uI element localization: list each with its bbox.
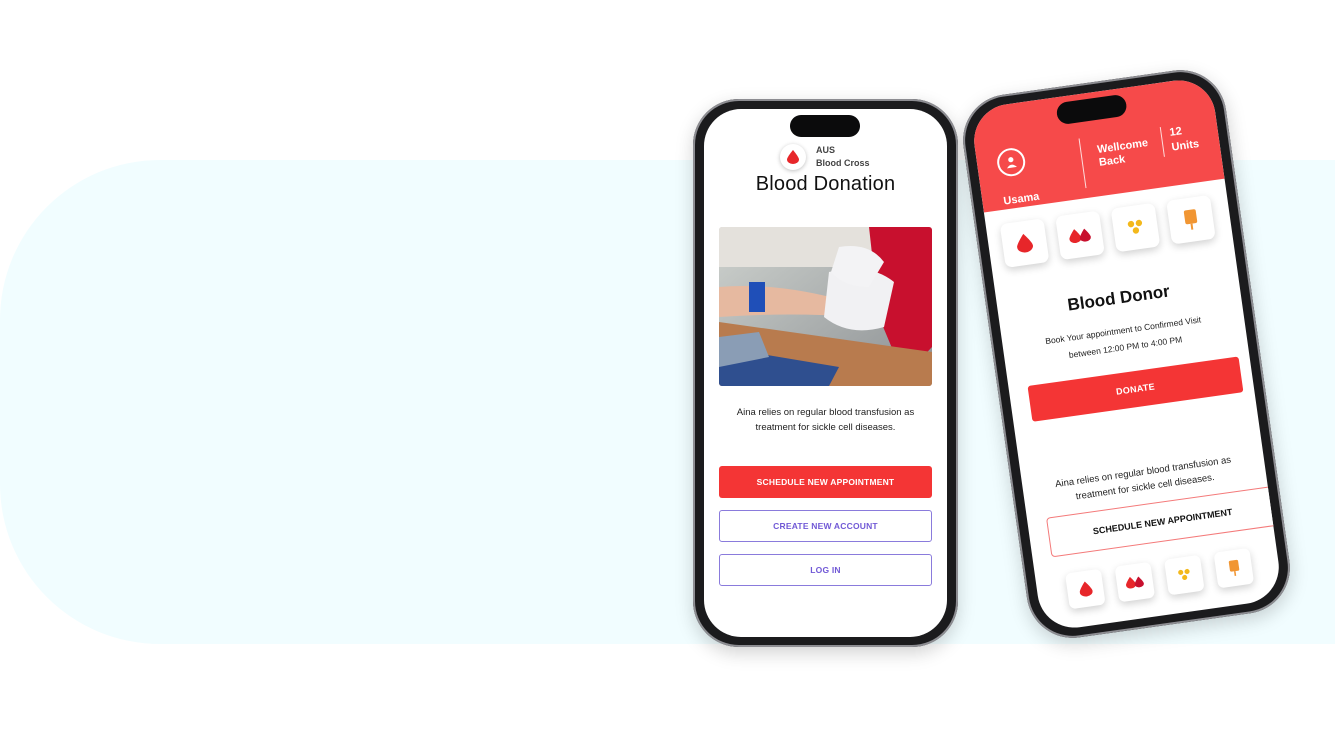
blood-drop-icon[interactable] bbox=[1064, 568, 1106, 610]
plasma-bag-icon[interactable] bbox=[1213, 547, 1255, 589]
plasma-bag-icon[interactable] bbox=[1166, 194, 1216, 245]
blood-drop-logo-icon bbox=[780, 144, 806, 170]
create-account-button[interactable]: CREATE NEW ACCOUNT bbox=[719, 510, 932, 542]
schedule-appointment-button[interactable]: SCHEDULE NEW APPOINTMENT bbox=[719, 466, 932, 498]
user-avatar-icon[interactable] bbox=[995, 146, 1027, 178]
page-title: Blood Donation bbox=[755, 173, 896, 195]
username: Usama bbox=[1002, 190, 1041, 208]
blood-drop-icon[interactable] bbox=[999, 218, 1050, 268]
dynamic-island bbox=[790, 115, 860, 137]
header-divider bbox=[1159, 127, 1165, 157]
login-button[interactable]: LOG IN bbox=[719, 554, 932, 586]
double-drop-icon[interactable] bbox=[1114, 561, 1156, 603]
donate-button[interactable]: DONATE bbox=[1027, 356, 1244, 422]
platelets-icon[interactable] bbox=[1164, 554, 1205, 596]
brand-name: AUS Blood Cross bbox=[816, 144, 870, 170]
phone-screen: AUS Blood Cross Blood Donation Aina reli… bbox=[704, 109, 947, 637]
welcome-text: Wellcome Back bbox=[1096, 137, 1149, 169]
donation-photo bbox=[719, 227, 932, 386]
phone-mockup-signup: AUS Blood Cross Blood Donation Aina reli… bbox=[693, 99, 958, 647]
double-drop-icon[interactable] bbox=[1055, 210, 1105, 261]
platelets-icon[interactable] bbox=[1110, 202, 1161, 253]
caption-text: Aina relies on regular blood transfusion… bbox=[736, 407, 915, 433]
brand-header: AUS Blood Cross bbox=[780, 144, 870, 170]
units-counter: 12 Units bbox=[1169, 122, 1200, 156]
brand-line-1: AUS bbox=[816, 145, 836, 155]
brand-line-2: Blood Cross bbox=[816, 158, 870, 168]
units-label: Units bbox=[1170, 137, 1200, 154]
category-row-bottom bbox=[1064, 547, 1255, 610]
dashboard-header: Usama Wellcome Back 12 Units bbox=[969, 75, 1225, 213]
category-row bbox=[999, 194, 1216, 268]
header-divider bbox=[1078, 138, 1087, 189]
